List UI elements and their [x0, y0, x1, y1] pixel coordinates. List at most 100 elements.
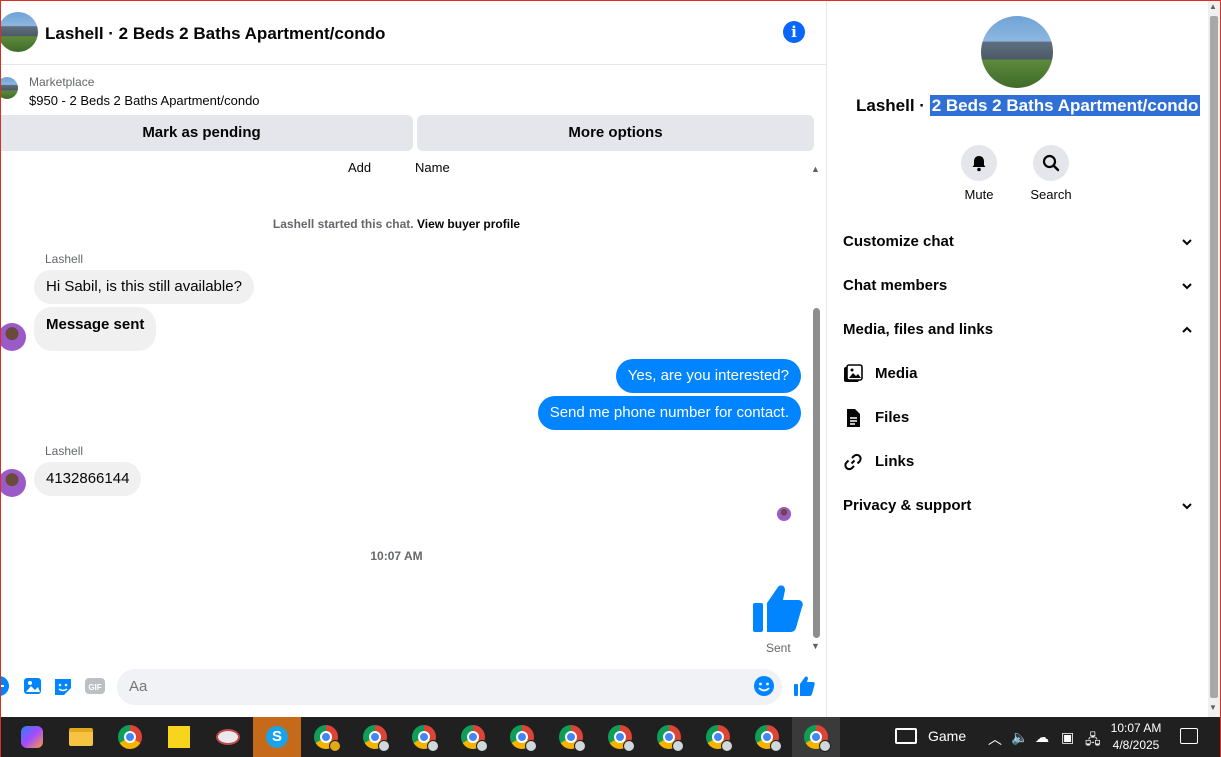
chat-header: Lashell · 2 Beds 2 Baths Apartment/condo…	[0, 0, 826, 65]
links-label: Links	[875, 453, 915, 470]
plus-icon[interactable]	[0, 675, 10, 697]
sender-name: Lashell	[45, 252, 84, 266]
clock-time: 10:07 AM	[1110, 721, 1162, 735]
gif-label: GIF	[88, 683, 101, 692]
search-icon	[1042, 154, 1060, 172]
outgoing-message[interactable]: Yes, are you interested?	[615, 359, 801, 393]
listing-avatar-large[interactable]	[981, 16, 1053, 88]
chrome-icon[interactable]	[106, 717, 154, 757]
selected-text: 2 Beds 2 Baths Apartment/condo	[929, 95, 1201, 116]
cut-off-label: Add	[348, 160, 372, 175]
window-scroll-down[interactable]: ▼	[1209, 703, 1217, 712]
window-scroll-up[interactable]: ▲	[1209, 2, 1217, 11]
skype-icon[interactable]: S	[253, 717, 301, 757]
chat-scrollbar-thumb[interactable]	[813, 308, 820, 638]
chrome-profile-icon[interactable]	[498, 717, 546, 757]
system-message: Lashell started this chat. View buyer pr…	[0, 217, 793, 231]
sticky-notes-icon[interactable]	[155, 717, 203, 757]
sender-avatar[interactable]	[0, 469, 26, 497]
photo-icon[interactable]	[22, 675, 44, 697]
like-icon[interactable]	[750, 583, 804, 635]
chrome-profile-icon[interactable]	[547, 717, 595, 757]
chrome-profile-icon[interactable]	[743, 717, 791, 757]
view-buyer-profile-link[interactable]: View buyer profile	[417, 217, 520, 231]
chat-title[interactable]: Lashell · 2 Beds 2 Baths Apartment/condo	[45, 24, 385, 44]
listing-thumbnail	[0, 77, 18, 99]
composer: GIF	[0, 666, 826, 710]
privacy-support-section[interactable]: Privacy & support	[843, 486, 1193, 526]
chrome-profile-icon[interactable]	[645, 717, 693, 757]
network-icon[interactable]: 🖧	[1085, 729, 1101, 753]
system-text: Lashell started this chat.	[272, 217, 414, 231]
sender-avatar[interactable]	[0, 323, 26, 351]
sticker-icon[interactable]	[52, 675, 74, 697]
time-separator: 10:07 AM	[370, 549, 423, 563]
system-clock[interactable]: 10:07 AM 4/8/2025	[1100, 720, 1172, 754]
cut-off-label: Name	[415, 160, 450, 175]
media-item[interactable]: Media	[843, 354, 1193, 394]
chevron-up-icon	[1182, 326, 1192, 333]
chrome-profile-icon[interactable]	[302, 717, 350, 757]
customize-chat-section[interactable]: Customize chat	[843, 222, 1193, 262]
chat-members-section[interactable]: Chat members	[843, 266, 1193, 306]
mute-label: Mute	[964, 187, 994, 202]
message-input[interactable]	[117, 669, 782, 705]
chat-pane: Lashell · 2 Beds 2 Baths Apartment/condo…	[0, 0, 827, 717]
listing-banner[interactable]: Marketplace $950 - 2 Beds 2 Baths Apartm…	[0, 66, 826, 114]
search-button[interactable]: Search	[1021, 145, 1081, 202]
chevron-down-icon	[1182, 283, 1192, 290]
chevron-down-icon	[1182, 503, 1192, 510]
mute-button[interactable]: Mute	[949, 145, 1009, 202]
volume-icon[interactable]: 🔈	[1011, 729, 1028, 746]
section-label: Media, files and links	[843, 321, 994, 338]
info-icon[interactable]: i	[783, 21, 805, 43]
copilot-icon[interactable]	[8, 717, 56, 757]
game-label: Game	[928, 728, 967, 744]
listing-summary: $950 - 2 Beds 2 Baths Apartment/condo	[29, 93, 260, 108]
notification-icon[interactable]	[1180, 728, 1198, 744]
files-item[interactable]: Files	[843, 398, 1193, 438]
incoming-message[interactable]: Hi Sabil, is this still available?	[34, 270, 254, 304]
media-label: Media	[875, 365, 918, 382]
snipping-tool-icon[interactable]	[204, 717, 252, 757]
sender-name: Lashell	[45, 444, 84, 458]
section-label: Chat members	[843, 277, 948, 294]
conversation-name[interactable]: Lashell · 2 Beds 2 Baths Apartment/condo	[856, 95, 1201, 116]
game-icon	[895, 728, 917, 744]
listing-avatar[interactable]	[0, 12, 38, 52]
outgoing-message[interactable]: Send me phone number for contact.	[537, 396, 801, 430]
emoji-icon[interactable]	[753, 675, 775, 697]
more-options-button[interactable]: More options	[417, 115, 814, 151]
chrome-profile-icon[interactable]	[351, 717, 399, 757]
media-icon	[844, 364, 863, 382]
chrome-profile-icon[interactable]	[449, 717, 497, 757]
scroll-down-arrow[interactable]: ▼	[811, 641, 820, 651]
scroll-up-arrow[interactable]: ▲	[811, 164, 820, 174]
incoming-message[interactable]: Message sent	[34, 307, 157, 351]
listing-source: Marketplace	[29, 75, 95, 89]
bell-icon	[972, 156, 986, 172]
read-receipt-avatar	[777, 507, 791, 521]
section-label: Customize chat	[843, 233, 954, 250]
message-list: Add Name Lashell started this chat. View…	[0, 160, 810, 660]
mark-as-pending-button[interactable]: Mark as pending	[0, 115, 413, 151]
window-scrollbar-thumb[interactable]	[1210, 16, 1218, 698]
links-item[interactable]: Links	[843, 442, 1193, 482]
search-label: Search	[1030, 187, 1072, 202]
onedrive-icon[interactable]: ☁	[1035, 729, 1049, 746]
name-prefix: Lashell ·	[856, 96, 925, 115]
gif-icon[interactable]: GIF	[84, 675, 106, 697]
chrome-profile-icon-active[interactable]	[792, 717, 840, 757]
chrome-profile-icon[interactable]	[400, 717, 448, 757]
meet-icon[interactable]: ▣	[1061, 729, 1074, 746]
file-icon	[847, 409, 860, 427]
incoming-message[interactable]: 4132866144	[34, 462, 142, 496]
chrome-profile-icon[interactable]	[596, 717, 644, 757]
chrome-profile-icon[interactable]	[694, 717, 742, 757]
file-explorer-icon[interactable]	[57, 717, 105, 757]
chevron-up-icon[interactable]: ︿	[988, 729, 1002, 749]
media-files-links-section[interactable]: Media, files and links	[843, 310, 1193, 350]
taskbar: S Game ︿ 🔈 ☁ ▣ 🖧 10:07 AM 4/8/2025	[0, 717, 1221, 757]
chevron-down-icon	[1182, 239, 1192, 246]
like-icon[interactable]	[793, 675, 815, 697]
